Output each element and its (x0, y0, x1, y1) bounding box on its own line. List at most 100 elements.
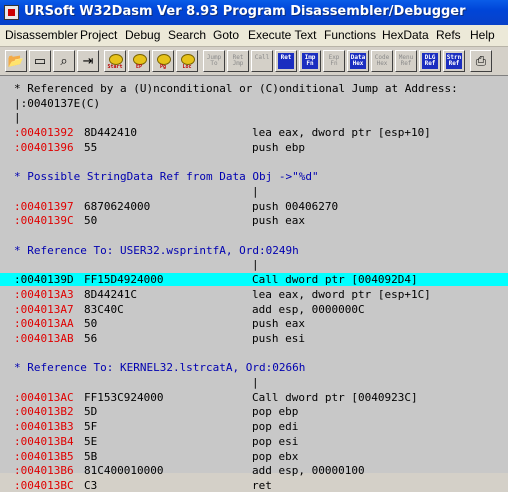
menu-bar: Disassembler Project Debug Search Goto E… (0, 25, 508, 47)
listing-line[interactable]: :0040139C 50 push eax (0, 214, 508, 227)
opcode-bytes: 50 (84, 214, 98, 228)
goto-program-entry-button[interactable]: EP (128, 50, 150, 72)
listing-line[interactable]: :004013B3 5F pop edi (0, 420, 508, 433)
jump-icon: Jump To (206, 54, 222, 67)
blank-line[interactable] (0, 156, 508, 169)
goto-code-start-button[interactable]: Start (104, 50, 126, 72)
opcode-bytes: 6870624000 (84, 199, 151, 213)
execute-call-button[interactable]: Call (251, 50, 273, 72)
instruction: pop ebp (252, 405, 299, 419)
menu-ref-icon: Menu Ref (398, 54, 414, 67)
code-address: :004013BC (14, 478, 74, 492)
code-address: :004013AA (14, 317, 74, 331)
listing-line[interactable]: :00401392 8D442410 lea eax, dword ptr [esp… (0, 126, 508, 139)
listing-line[interactable]: :004013AC FF153C924000 Call dword ptr [004… (0, 391, 508, 404)
instruction: add esp, 00000100 (252, 464, 365, 478)
opcode-bytes: 5B (84, 449, 98, 463)
goto-page-button[interactable]: Pg (152, 50, 174, 72)
execute-jump-button[interactable]: Jump To (203, 50, 225, 72)
listing-line[interactable]: |:0040137E(C) (0, 97, 508, 110)
listing-line[interactable]: :004013B6 81C400010000 add esp, 00000100 (0, 464, 508, 477)
blank-line[interactable] (0, 347, 508, 360)
menu-goto[interactable]: Goto (213, 28, 239, 42)
instruction: lea eax, dword ptr [esp+1C] (252, 287, 431, 301)
disassembly-listing[interactable]: * Referenced by a (U)nconditional or (C)… (0, 76, 508, 492)
listing-line[interactable]: :004013AA 50 push eax (0, 317, 508, 330)
copy-icon: ⇥ (82, 53, 94, 68)
find-icon: ⌕ (60, 53, 68, 68)
folder-icon: 📂 (7, 53, 25, 68)
toolbar-button-label: Loc (182, 64, 192, 70)
menu-search[interactable]: Search (168, 28, 206, 42)
listing-line[interactable]: :004013BC C3 ret (0, 479, 508, 492)
menu-hexdata[interactable]: HexData (382, 28, 429, 42)
listing-line[interactable]: :004013A3 8D44241C lea eax, dword ptr [esp… (0, 288, 508, 301)
instruction: Call dword ptr [004092D4] (252, 273, 418, 287)
reference-text: * Possible StringData Ref from Data Obj … (14, 170, 319, 184)
menu-help[interactable]: Help (470, 28, 495, 42)
reference-text: * Reference To: USER32.wsprintfA, Ord:02… (14, 243, 299, 257)
listing-line[interactable]: :004013B5 5B pop ebx (0, 450, 508, 463)
blank-line[interactable] (0, 229, 508, 242)
export-icon: Exp Fn (328, 54, 340, 67)
listing-text: | (14, 111, 21, 125)
opcode-bytes: 83C40C (84, 302, 124, 316)
code-hexdata-button[interactable]: Code Hex (371, 50, 393, 72)
title-bar: URSoft W32Dasm Ver 8.93 Program Disassem… (0, 0, 508, 25)
code-address: :004013B3 (14, 420, 74, 434)
listing-line[interactable]: :004013AB 56 push esi (0, 332, 508, 345)
opcode-bytes: 56 (84, 331, 98, 345)
reference-text: * Reference To: KERNEL32.lstrcatA, Ord:0… (14, 361, 306, 375)
listing-line[interactable]: :004013A7 83C40C add esp, 0000000C (0, 303, 508, 316)
find-text-button[interactable]: ⌕ (53, 50, 75, 72)
floppy-icon: ▭ (33, 53, 47, 68)
jump-reference-comment[interactable]: * Referenced by a (U)nconditional or (C)… (0, 82, 508, 95)
call-icon: Call (254, 54, 270, 61)
listing-line[interactable]: :004013B4 5E pop esi (0, 435, 508, 448)
menu-project[interactable]: Project (80, 28, 117, 42)
code-address: :004013AB (14, 331, 74, 345)
imported-functions-button[interactable]: Imp Fn (299, 50, 321, 72)
listing-line[interactable]: :004013B2 5D pop ebp (0, 405, 508, 418)
string-data-refs-button[interactable]: Strn Ref (443, 50, 465, 72)
print-button[interactable]: ⎙ (470, 50, 492, 72)
return-from-jump-button[interactable]: Ret Jmp (227, 50, 249, 72)
goto-code-location-button[interactable]: Loc (176, 50, 198, 72)
instruction: ret (252, 478, 272, 492)
listing-line-selected[interactable]: :0040139D FF15D4924000 Call dword ptr [004… (0, 273, 508, 287)
instruction: push eax (252, 317, 305, 331)
menu-disassembler[interactable]: Disassembler (5, 28, 78, 42)
exported-functions-button[interactable]: Exp Fn (323, 50, 345, 72)
opcode-bytes: 8D44241C (84, 287, 137, 301)
listing-text: |:0040137E(C) (14, 96, 101, 110)
toolbar-button-label: EP (135, 64, 143, 70)
reference-connector[interactable]: | (0, 185, 508, 198)
connector-bar: | (252, 376, 259, 389)
reference-comment[interactable]: * Possible StringData Ref from Data Obj … (0, 170, 508, 183)
code-address: :004013A3 (14, 287, 74, 301)
reference-connector[interactable]: | (0, 376, 508, 389)
opcode-bytes: FF153C924000 (84, 390, 164, 404)
open-disassembly-file-button[interactable]: 📂 (5, 50, 27, 72)
reference-comment[interactable]: * Reference To: KERNEL32.lstrcatA, Ord:0… (0, 361, 508, 374)
save-disassembly-button[interactable]: ▭ (29, 50, 51, 72)
listing-line[interactable]: :00401396 55 push ebp (0, 141, 508, 154)
menu-refs[interactable]: Refs (436, 28, 461, 42)
copy-lines-button[interactable]: ⇥ (77, 50, 99, 72)
code-address: :004013A7 (14, 302, 74, 316)
menu-debug[interactable]: Debug (125, 28, 160, 42)
connector-bar: | (252, 258, 259, 272)
reference-comment[interactable]: * Reference To: USER32.wsprintfA, Ord:02… (0, 244, 508, 257)
return-from-call-button[interactable]: Ret (275, 50, 297, 72)
listing-line[interactable]: | (0, 111, 508, 124)
menu-refs-button[interactable]: Menu Ref (395, 50, 417, 72)
reference-connector[interactable]: | (0, 258, 508, 271)
dialog-ref-icon: DLG Ref (424, 54, 436, 67)
dialog-refs-button[interactable]: DLG Ref (419, 50, 441, 72)
listing-line[interactable]: :00401397 6870624000 push 00406270 (0, 200, 508, 213)
menu-execute-text[interactable]: Execute Text (248, 28, 316, 42)
app-icon[interactable] (4, 5, 19, 20)
hexdata-icon: Data Hex (350, 54, 366, 67)
menu-functions[interactable]: Functions (324, 28, 376, 42)
data-hexdata-button[interactable]: Data Hex (347, 50, 369, 72)
